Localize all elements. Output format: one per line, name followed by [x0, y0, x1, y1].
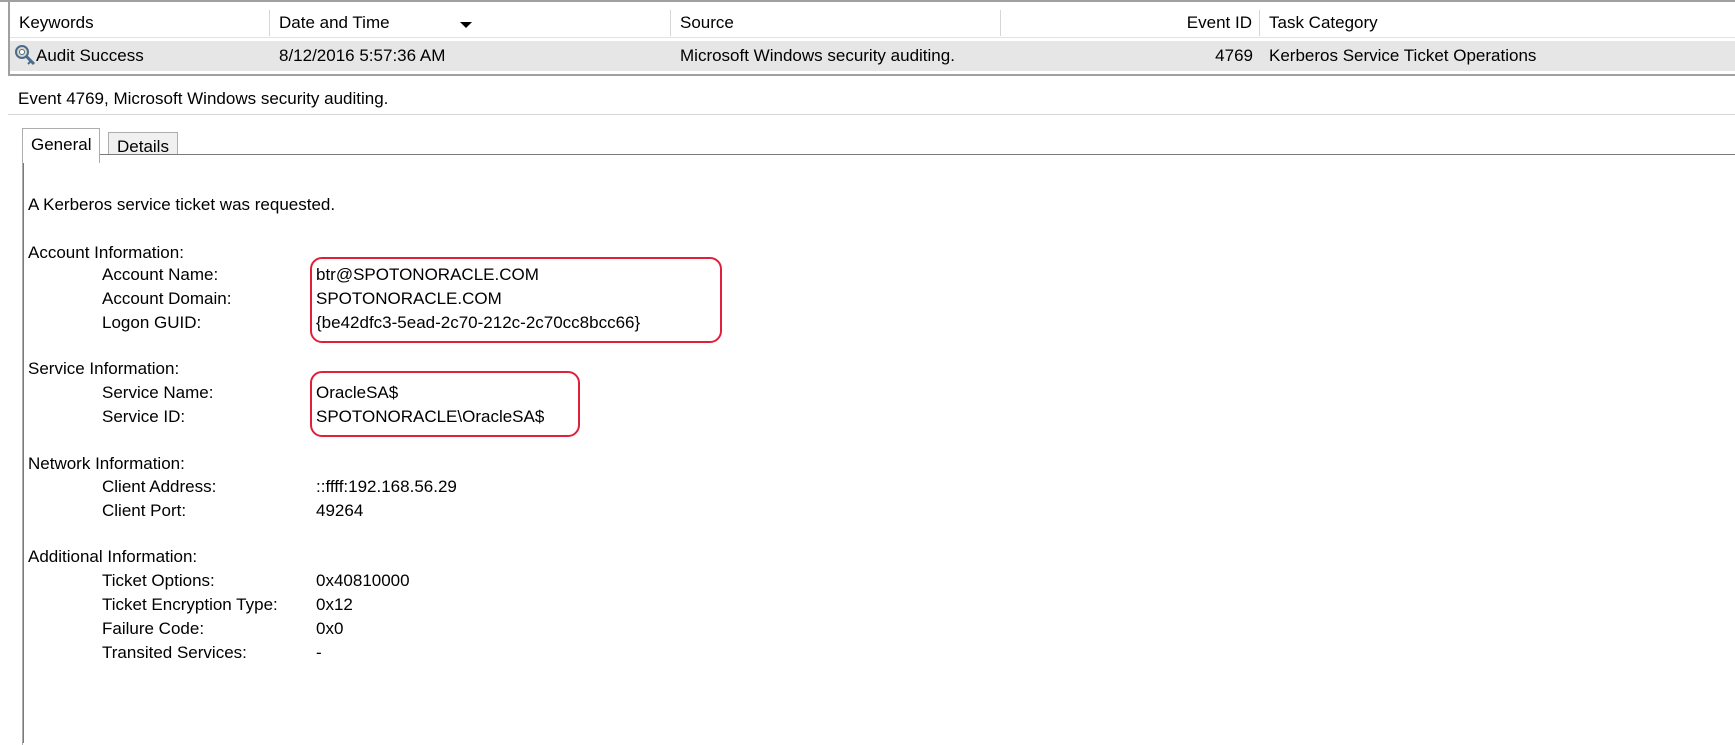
ticket-encryption-type-value: 0x12	[316, 595, 353, 614]
service-info-heading: Service Information:	[28, 359, 180, 378]
service-name-label: Service Name:	[102, 383, 214, 402]
event-detail-title: Event 4769, Microsoft Windows security a…	[18, 89, 389, 108]
transited-services-label: Transited Services:	[102, 643, 247, 662]
account-highlight-box	[310, 257, 722, 343]
event-id-cell: 4769	[1215, 46, 1253, 65]
service-highlight-box	[310, 371, 580, 437]
event-source-cell: Microsoft Windows security auditing.	[680, 46, 955, 65]
ticket-options-label: Ticket Options:	[102, 571, 215, 590]
event-list-header: Keywords Date and Time Source Event ID T…	[10, 2, 1735, 38]
ticket-encryption-type-label: Ticket Encryption Type:	[102, 595, 278, 614]
event-task-category-cell: Kerberos Service Ticket Operations	[1269, 46, 1537, 65]
account-domain-label: Account Domain:	[102, 289, 232, 308]
client-port-label: Client Port:	[102, 501, 187, 520]
column-header-date-time-label: Date and Time	[279, 13, 390, 32]
column-header-task-category[interactable]: Task Category	[1260, 10, 1735, 36]
additional-info-heading: Additional Information:	[28, 547, 198, 566]
client-address-value: ::ffff:192.168.56.29	[316, 477, 457, 496]
failure-code-value: 0x0	[316, 619, 344, 638]
tab-general[interactable]: General	[22, 128, 101, 163]
failure-code-label: Failure Code:	[102, 619, 205, 638]
column-header-source[interactable]: Source	[671, 10, 1001, 36]
network-info-heading: Network Information:	[28, 454, 185, 473]
account-name-label: Account Name:	[102, 265, 219, 284]
client-port-value: 49264	[316, 501, 364, 520]
event-keywords-cell: Audit Success	[36, 46, 144, 65]
sort-descending-icon	[460, 22, 472, 28]
event-list: Keywords Date and Time Source Event ID T…	[0, 0, 1735, 72]
ticket-options-value: 0x40810000	[316, 571, 410, 590]
event-row-selected[interactable]: Audit Success 8/12/2016 5:57:36 AM Micro…	[10, 41, 1735, 71]
detail-title-divider	[8, 114, 1735, 115]
logon-guid-label: Logon GUID:	[102, 313, 202, 332]
event-message-summary: A Kerberos service ticket was requested.	[28, 195, 336, 214]
account-info-heading: Account Information:	[28, 243, 184, 262]
event-message-textbox[interactable]: A Kerberos service ticket was requested.…	[23, 154, 1735, 743]
transited-services-value: -	[316, 643, 322, 662]
event-date-time-cell: 8/12/2016 5:57:36 AM	[279, 46, 446, 65]
service-id-label: Service ID:	[102, 407, 186, 426]
column-header-date-time[interactable]: Date and Time	[270, 10, 671, 36]
column-header-keywords[interactable]: Keywords	[10, 10, 270, 36]
audit-success-key-icon	[15, 45, 36, 66]
client-address-label: Client Address:	[102, 477, 217, 496]
column-header-event-id[interactable]: Event ID	[1001, 10, 1260, 36]
